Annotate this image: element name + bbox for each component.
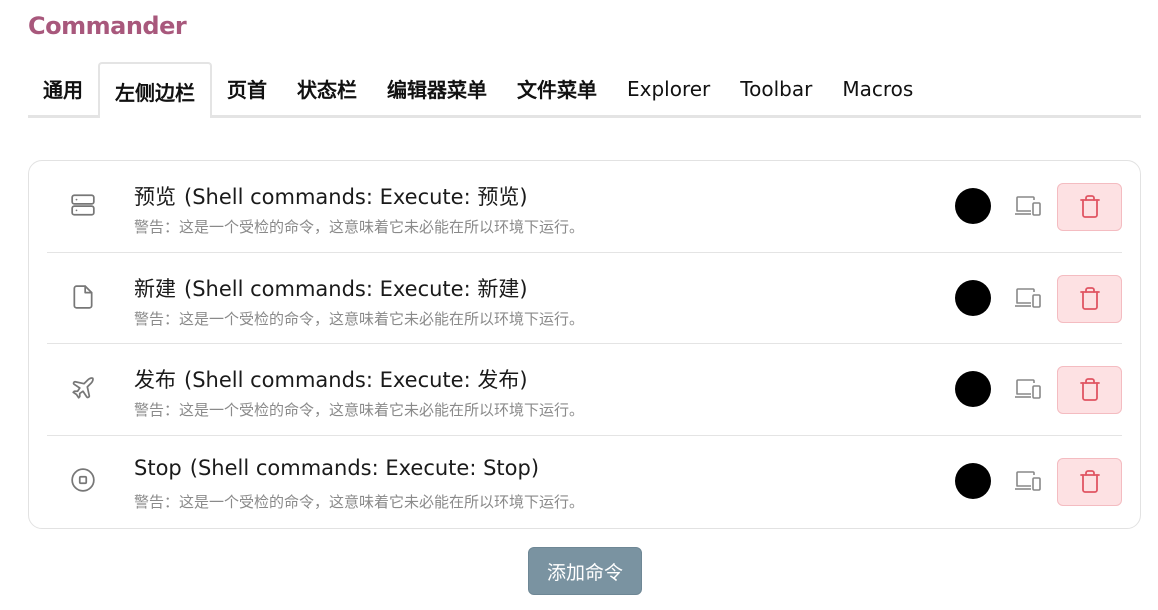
tab-toolbar[interactable]: Toolbar (725, 62, 827, 115)
trash-icon (1079, 378, 1100, 401)
color-picker-button[interactable] (955, 462, 991, 499)
delete-button[interactable] (1057, 183, 1122, 231)
tab-macros[interactable]: Macros (827, 62, 928, 115)
file-icon[interactable] (69, 283, 97, 311)
command-warning: 警告：这是一个受检的命令，这意味着它未必能在所以环境下运行。 (134, 218, 585, 236)
device-mode-icon[interactable] (1013, 192, 1043, 220)
command-row: Stop (Shell commands: Execute: Stop) 警告：这… (47, 436, 1122, 528)
trash-icon (1079, 195, 1100, 218)
command-id: (Shell commands: Execute: 预览) (184, 185, 528, 209)
server-icon[interactable] (69, 191, 97, 219)
add-command-button[interactable]: 添加命令 (528, 547, 642, 595)
trash-icon (1079, 286, 1100, 310)
delete-button[interactable] (1057, 457, 1122, 506)
tab-header[interactable]: 页首 (212, 62, 282, 115)
tab-left-sidebar[interactable]: 左侧边栏 (98, 62, 212, 118)
color-picker-button[interactable] (955, 188, 991, 224)
trash-icon (1079, 469, 1100, 493)
delete-button[interactable] (1057, 366, 1122, 414)
command-row: 新建 (Shell commands: Execute: 新建) 警告：这是一个受… (47, 253, 1122, 344)
command-warning: 警告：这是一个受检的命令，这意味着它未必能在所以环境下运行。 (134, 401, 585, 419)
command-name: 发布 (134, 368, 176, 392)
command-title: Stop (Shell commands: Execute: Stop) (134, 456, 539, 480)
tab-editor-menu[interactable]: 编辑器菜单 (372, 62, 502, 115)
command-id: (Shell commands: Execute: 新建) (184, 276, 528, 301)
command-title: 预览 (Shell commands: Execute: 预览) (134, 181, 528, 211)
color-picker-button[interactable] (955, 279, 991, 316)
command-id: (Shell commands: Execute: Stop) (189, 455, 540, 480)
tab-explorer[interactable]: Explorer (612, 62, 725, 115)
command-title: 发布 (Shell commands: Execute: 发布) (134, 364, 528, 394)
plane-icon[interactable] (69, 374, 97, 402)
device-mode-icon[interactable] (1013, 467, 1043, 495)
delete-button[interactable] (1057, 274, 1122, 323)
tab-general[interactable]: 通用 (28, 62, 98, 115)
command-name: 预览 (134, 185, 176, 209)
command-list: 预览 (Shell commands: Execute: 预览) 警告：这是一个受… (28, 160, 1141, 529)
tab-file-menu[interactable]: 文件菜单 (502, 62, 612, 115)
color-picker-button[interactable] (955, 371, 991, 407)
device-mode-icon[interactable] (1013, 375, 1043, 403)
command-name: Stop (134, 455, 182, 480)
command-warning: 警告：这是一个受检的命令，这意味着它未必能在所以环境下运行。 (134, 492, 585, 511)
device-mode-icon[interactable] (1013, 284, 1043, 312)
app-title: Commander (28, 12, 187, 40)
stop-circle-icon[interactable] (69, 466, 97, 494)
command-title: 新建 (Shell commands: Execute: 新建) (134, 273, 528, 303)
command-row: 发布 (Shell commands: Execute: 发布) 警告：这是一个受… (47, 344, 1122, 436)
command-id: (Shell commands: Execute: 发布) (184, 368, 528, 392)
command-row: 预览 (Shell commands: Execute: 预览) 警告：这是一个受… (47, 161, 1122, 253)
tab-status-bar[interactable]: 状态栏 (282, 62, 372, 115)
tab-bar: 通用 左侧边栏 页首 状态栏 编辑器菜单 文件菜单 Explorer Toolb… (28, 62, 1141, 118)
command-warning: 警告：这是一个受检的命令，这意味着它未必能在所以环境下运行。 (134, 309, 585, 328)
command-name: 新建 (134, 276, 176, 301)
